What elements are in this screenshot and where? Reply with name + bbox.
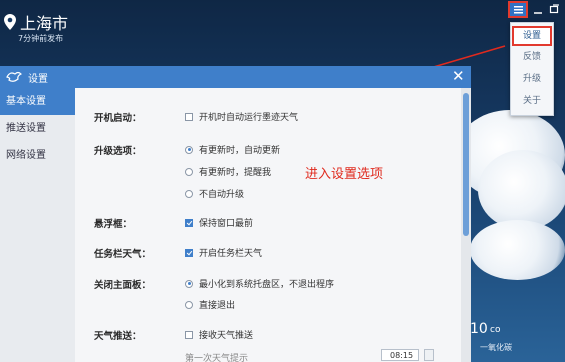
upgrade-none-radio[interactable]: 不自动升级 bbox=[185, 187, 244, 200]
close-exit-radio[interactable]: 直接退出 bbox=[185, 298, 235, 311]
checkbox[interactable] bbox=[185, 112, 193, 121]
upgrade-remind-radio[interactable]: 有更新时，提醒我 bbox=[185, 165, 271, 178]
push-checkbox[interactable]: 接收天气推送 bbox=[185, 328, 253, 341]
sidebar-item-push[interactable]: 推送设置 bbox=[0, 115, 75, 142]
startup-label: 开机启动： bbox=[94, 113, 142, 124]
float-checkbox[interactable]: 保持窗口最前 bbox=[185, 216, 253, 229]
app-logo-icon bbox=[6, 71, 22, 82]
taskbar-label: 任务栏天气： bbox=[94, 249, 152, 260]
checkbox[interactable] bbox=[185, 218, 193, 227]
time-spinner[interactable] bbox=[424, 349, 434, 361]
radio-button[interactable] bbox=[185, 300, 193, 309]
close-panel-label: 关闭主面板： bbox=[94, 280, 152, 291]
dialog-title: 设置 bbox=[28, 74, 48, 85]
upgrade-auto-radio[interactable]: 有更新时，自动更新 bbox=[185, 143, 280, 156]
radio-button[interactable] bbox=[185, 167, 193, 176]
checkbox[interactable] bbox=[185, 248, 193, 257]
close-minimize-radio[interactable]: 最小化到系统托盘区，不退出程序 bbox=[185, 277, 334, 290]
settings-content: 开机启动： 开机时自动运行墨迹天气 升级选项： 有更新时，自动更新 有更新时，提… bbox=[75, 88, 461, 362]
sidebar-item-basic[interactable]: 基本设置 bbox=[0, 88, 81, 115]
float-label: 悬浮框： bbox=[94, 219, 133, 230]
dialog-titlebar: 设置 ✕ bbox=[0, 66, 471, 88]
taskbar-checkbox[interactable]: 开启任务栏天气 bbox=[185, 246, 262, 259]
push-label: 天气推送： bbox=[94, 331, 142, 342]
time-input[interactable]: 08:15 bbox=[381, 349, 419, 361]
settings-sidebar: 基本设置 推送设置 网络设置 bbox=[0, 88, 81, 362]
radio-button[interactable] bbox=[185, 279, 193, 288]
upgrade-label: 升级选项： bbox=[94, 146, 142, 157]
checkbox[interactable] bbox=[185, 330, 193, 339]
radio-button[interactable] bbox=[185, 189, 193, 198]
radio-button[interactable] bbox=[185, 145, 193, 154]
aqi-unit: co bbox=[490, 325, 501, 335]
close-icon[interactable]: ✕ bbox=[452, 67, 465, 85]
aqi-label: 一氧化碳 bbox=[480, 343, 512, 352]
startup-checkbox[interactable]: 开机时自动运行墨迹天气 bbox=[185, 110, 298, 123]
first-notice-label: 第一次天气提示 bbox=[185, 354, 249, 362]
scrollbar-thumb[interactable] bbox=[463, 93, 469, 236]
annotation-text: 进入设置选项 bbox=[305, 167, 384, 182]
settings-dialog: 设置 ✕ 基本设置 推送设置 网络设置 开机启动： 开机时自动运行墨迹天气 升级… bbox=[0, 66, 471, 362]
aqi-value: 10 bbox=[470, 321, 488, 337]
sidebar-item-network[interactable]: 网络设置 bbox=[0, 142, 75, 169]
